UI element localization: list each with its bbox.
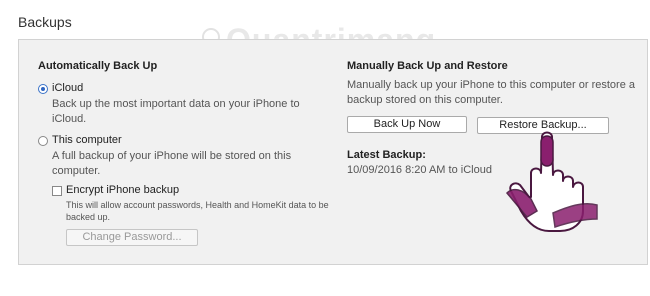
- latest-backup-heading: Latest Backup:: [347, 149, 426, 161]
- change-password-button[interactable]: Change Password...: [66, 229, 198, 246]
- hand-pointer-icon: [505, 131, 598, 232]
- icloud-label[interactable]: iCloud: [52, 81, 83, 96]
- encrypt-description-line2: backed up.: [66, 212, 111, 222]
- this-computer-label[interactable]: This computer: [52, 133, 122, 148]
- this-computer-radio[interactable]: [38, 136, 48, 146]
- encrypt-backup-checkbox[interactable]: [52, 186, 62, 196]
- section-title: Backups: [18, 14, 72, 30]
- icloud-description-line1: Back up the most important data on your …: [52, 98, 300, 110]
- encrypt-backup-label[interactable]: Encrypt iPhone backup: [66, 183, 179, 198]
- latest-backup-value: 10/09/2016 8:20 AM to iCloud: [347, 164, 492, 176]
- icloud-description-line2: iCloud.: [52, 113, 87, 125]
- encrypt-description-line1: This will allow account passwords, Healt…: [66, 200, 329, 210]
- this-computer-description-line1: A full backup of your iPhone will be sto…: [52, 150, 292, 162]
- this-computer-description-line2: computer.: [52, 165, 101, 177]
- manual-description-line1: Manually back up your iPhone to this com…: [347, 79, 635, 91]
- icloud-radio[interactable]: [38, 84, 48, 94]
- manual-backup-heading: Manually Back Up and Restore: [347, 60, 508, 72]
- manual-description-line2: backup stored on this computer.: [347, 94, 503, 106]
- back-up-now-button[interactable]: Back Up Now: [347, 116, 467, 133]
- auto-backup-heading: Automatically Back Up: [38, 60, 158, 72]
